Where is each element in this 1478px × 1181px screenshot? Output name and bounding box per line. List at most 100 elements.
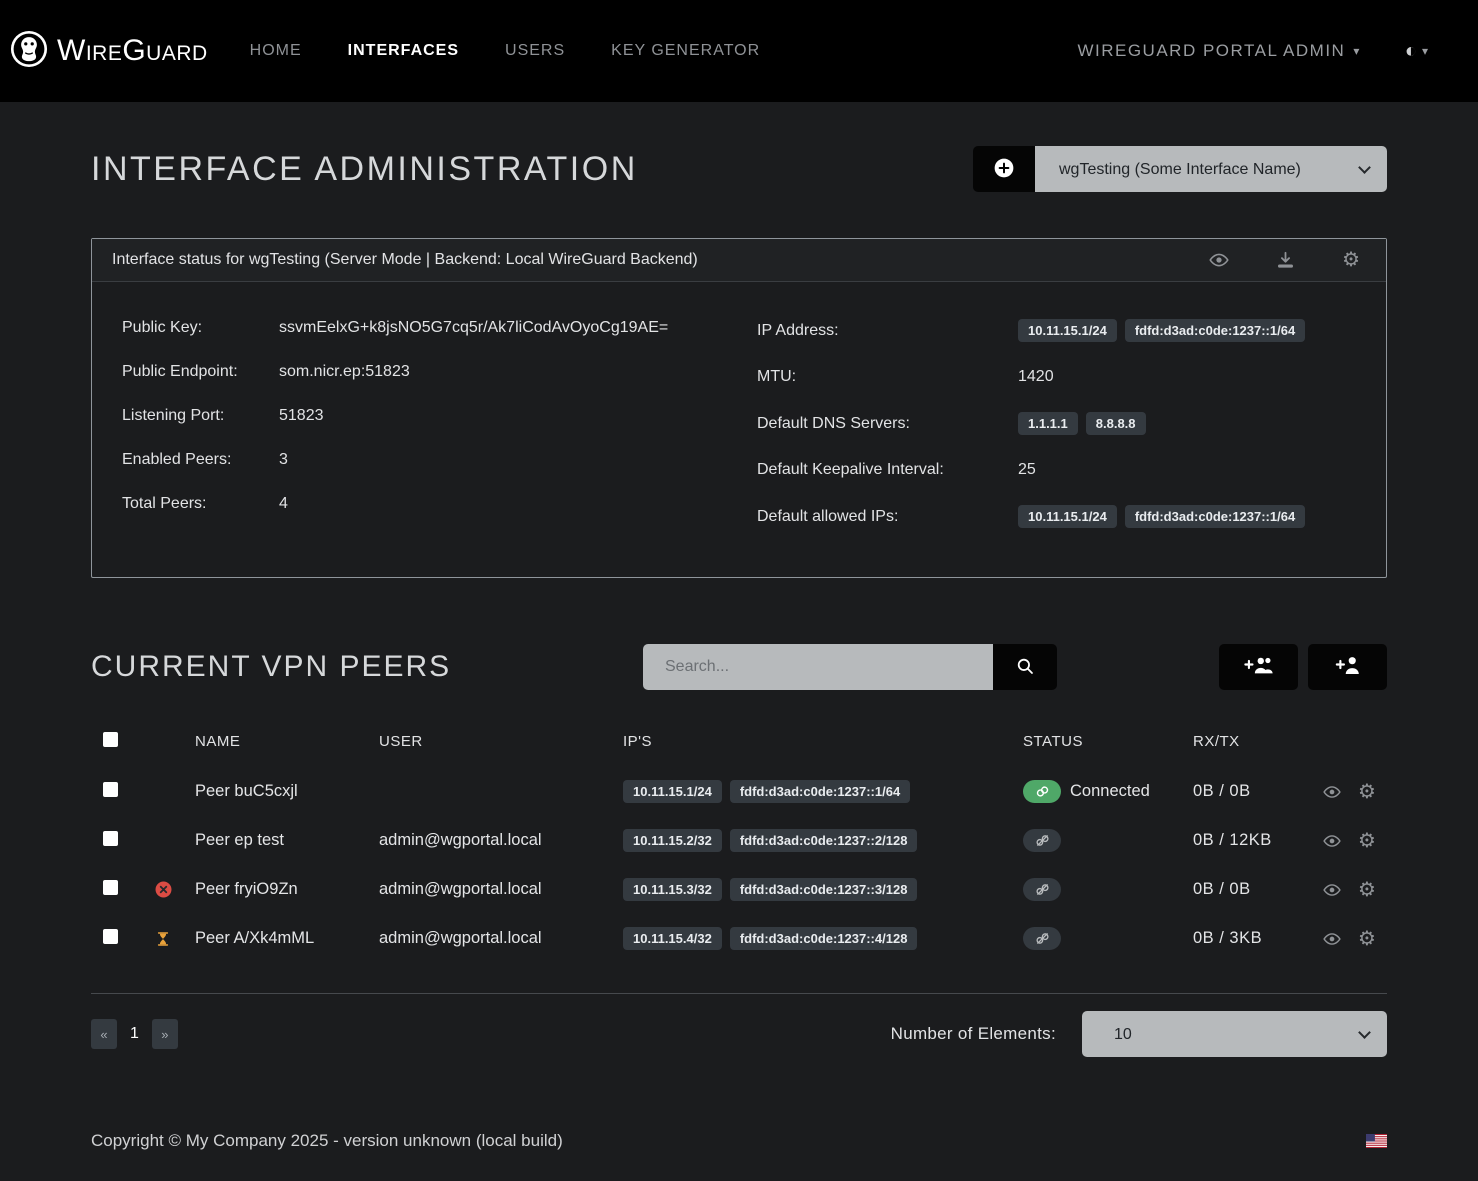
row-checkbox[interactable] (103, 782, 118, 797)
info-row: Default allowed IPs:10.11.15.1/24 fdfd:d3… (757, 492, 1356, 541)
field-value: 1420 (1018, 368, 1054, 386)
field-label: Listening Port: (122, 407, 279, 425)
field-label: Default allowed IPs: (757, 508, 1018, 526)
peer-name: Peer fryiO9Zn (195, 880, 298, 898)
status-disconnected-link-slash-icon (1023, 927, 1061, 950)
nav-links: HOME INTERFACES USERS KEY GENERATOR (250, 42, 761, 60)
eye-icon[interactable] (1323, 782, 1341, 802)
footer: Copyright © My Company 2025 - version un… (0, 1103, 1478, 1181)
peer-rxtx: 0B / 0B (1193, 880, 1251, 898)
field-value: ssvmEelxG+k8jsNO5G7cq5r/Ak7liCodAvOyoCg1… (279, 319, 668, 337)
value-badge: 1.1.1.1 (1018, 412, 1078, 435)
pagination-next-button[interactable]: » (152, 1019, 178, 1049)
status-connected-link-icon (1023, 780, 1061, 803)
info-row: Total Peers:4 (122, 482, 721, 526)
field-label: MTU: (757, 368, 1018, 386)
ip-badge: fdfd:d3ad:c0de:1237::4/128 (730, 927, 918, 950)
brand[interactable]: WireGuard (10, 30, 208, 73)
add-peer-button[interactable] (1308, 644, 1387, 690)
theme-toggle[interactable]: ◐ ▾ (1405, 41, 1428, 61)
info-row: Public Endpoint:som.nicr.ep:51823 (122, 350, 721, 394)
us-flag-icon[interactable] (1366, 1134, 1387, 1148)
info-row: Default Keepalive Interval:25 (757, 448, 1356, 492)
plus-circle-icon (994, 158, 1014, 181)
ip-badge: fdfd:d3ad:c0de:1237::3/128 (730, 878, 918, 901)
ip-badge: 10.11.15.4/32 (623, 927, 722, 950)
peer-expired-x-circle-icon (155, 881, 172, 898)
add-multiple-peers-button[interactable] (1219, 644, 1298, 690)
nav-link-key-generator[interactable]: KEY GENERATOR (611, 42, 760, 60)
field-label: Public Endpoint: (122, 363, 279, 381)
info-row: IP Address:10.11.15.1/24 fdfd:d3ad:c0de:1… (757, 306, 1356, 355)
info-row: Enabled Peers:3 (122, 438, 721, 482)
field-value: 10.11.15.1/24 fdfd:d3ad:c0de:1237::1/64 (1018, 319, 1305, 342)
chevron-down-icon: ▾ (1353, 44, 1361, 58)
peer-user: admin@wgportal.local (379, 831, 542, 849)
nav-link-interfaces[interactable]: INTERFACES (348, 42, 459, 60)
navbar: WireGuard HOME INTERFACES USERS KEY GENERAT… (0, 0, 1478, 102)
row-checkbox[interactable] (103, 831, 118, 846)
info-row: MTU:1420 (757, 355, 1356, 399)
info-row: Public Key:ssvmEelxG+k8jsNO5G7cq5r/Ak7li… (122, 306, 721, 350)
field-label: Default DNS Servers: (757, 415, 1018, 433)
pagination: « 1 » (91, 1019, 178, 1049)
page-size-label: Number of Elements: (891, 1024, 1056, 1044)
brand-name: WireGuard (57, 34, 208, 68)
peer-row: Peer buC5cxjl10.11.15.1/24fdfd:d3ad:c0de… (91, 767, 1387, 816)
page-size-select[interactable]: 10 (1082, 1011, 1387, 1057)
row-checkbox[interactable] (103, 880, 118, 895)
gear-icon[interactable]: ⚙ (1358, 782, 1376, 802)
page-title: INTERFACE ADMINISTRATION (91, 150, 638, 189)
value-badge: fdfd:d3ad:c0de:1237::1/64 (1125, 505, 1305, 528)
peer-name: Peer A/Xk4mML (195, 929, 314, 947)
field-value: 1.1.1.18.8.8.8 (1018, 412, 1146, 435)
column-header-name: NAME (195, 733, 379, 750)
eye-icon[interactable] (1323, 831, 1341, 851)
ip-badge: 10.11.15.1/24 (623, 780, 722, 803)
field-value: 10.11.15.1/24 fdfd:d3ad:c0de:1237::1/64 (1018, 505, 1305, 528)
field-value: som.nicr.ep:51823 (279, 363, 410, 381)
table-body: Peer buC5cxjl10.11.15.1/24fdfd:d3ad:c0de… (91, 767, 1387, 963)
field-value: 25 (1018, 461, 1036, 479)
ip-badge: fdfd:d3ad:c0de:1237::1/64 (730, 780, 910, 803)
download-icon[interactable] (1276, 251, 1295, 270)
value-badge: 10.11.15.1/24 (1018, 319, 1117, 342)
user-menu[interactable]: WIREGUARD PORTAL ADMIN ▾ (1077, 41, 1360, 61)
peer-name: Peer ep test (195, 831, 284, 849)
peer-user: admin@wgportal.local (379, 880, 542, 898)
field-label: IP Address: (757, 322, 1018, 340)
peer-row: Peer fryiO9Zn admin@wgportal.local 10.11.1… (91, 865, 1387, 914)
column-header-status: STATUS (1023, 733, 1193, 750)
gear-icon[interactable]: ⚙ (1358, 880, 1376, 900)
field-value: 3 (279, 451, 288, 469)
chevron-down-icon: ▾ (1422, 44, 1428, 58)
field-value: 51823 (279, 407, 324, 425)
gear-icon[interactable]: ⚙ (1358, 831, 1376, 851)
search-input[interactable] (643, 644, 993, 690)
field-value: 4 (279, 495, 288, 513)
info-row: Default DNS Servers:1.1.1.18.8.8.8 (757, 399, 1356, 448)
value-badge: fdfd:d3ad:c0de:1237::1/64 (1125, 319, 1305, 342)
gear-icon[interactable]: ⚙ (1342, 250, 1360, 270)
eye-icon[interactable] (1209, 250, 1229, 270)
eye-icon[interactable] (1323, 929, 1341, 949)
pagination-current-page[interactable]: 1 (130, 1025, 139, 1043)
nav-link-home[interactable]: HOME (250, 42, 302, 60)
interface-select[interactable]: wgTesting (Some Interface Name) (1035, 146, 1387, 192)
peer-user: admin@wgportal.local (379, 929, 542, 947)
field-label: Default Keepalive Interval: (757, 461, 1018, 479)
column-header-user: USER (379, 733, 623, 750)
nav-link-users[interactable]: USERS (505, 42, 565, 60)
add-interface-button[interactable] (973, 146, 1035, 192)
value-badge: 10.11.15.1/24 (1018, 505, 1117, 528)
user-menu-label: WIREGUARD PORTAL ADMIN (1077, 41, 1345, 61)
eye-icon[interactable] (1323, 880, 1341, 900)
row-checkbox[interactable] (103, 929, 118, 944)
search-button[interactable] (993, 644, 1057, 690)
peer-row: Peer A/Xk4mML admin@wgportal.local 10.11.1… (91, 914, 1387, 963)
ip-badge: 10.11.15.3/32 (623, 878, 722, 901)
gear-icon[interactable]: ⚙ (1358, 929, 1376, 949)
select-all-checkbox[interactable] (103, 732, 118, 747)
pagination-prev-button[interactable]: « (91, 1019, 117, 1049)
ip-badge: 10.11.15.2/32 (623, 829, 722, 852)
